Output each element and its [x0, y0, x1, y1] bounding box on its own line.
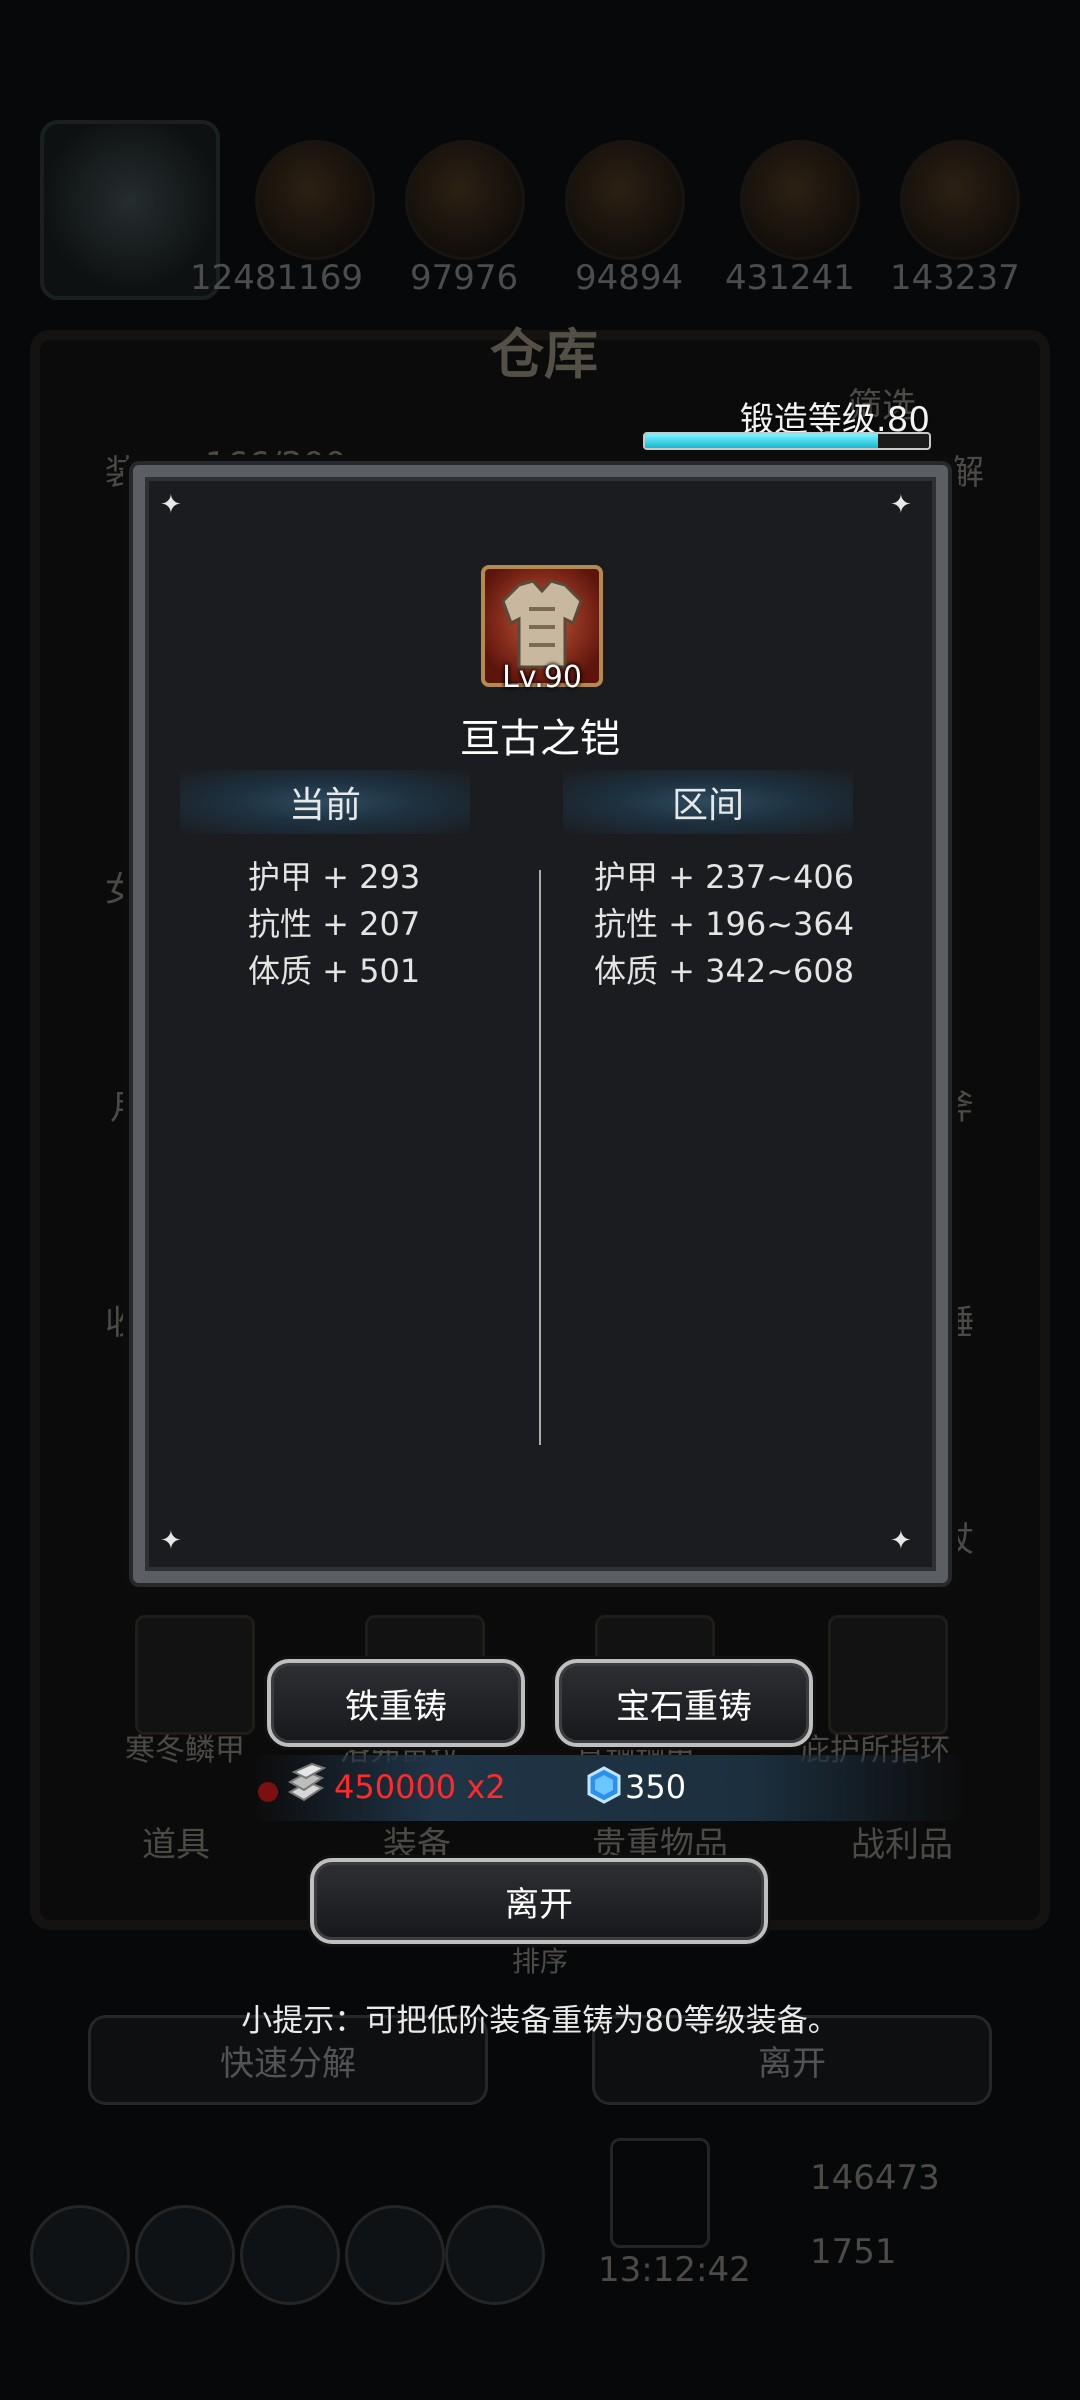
tab-items[interactable]: 道具 — [142, 1817, 210, 1866]
gem-cost: 350 — [625, 1768, 687, 1806]
corner-sparkle-icon: ✦ — [160, 1526, 182, 1556]
currency-value-5: 143237 — [890, 258, 1020, 298]
range-stat-resistance: 抗性 + 196~364 — [594, 905, 855, 943]
menu-icon-3[interactable] — [240, 2205, 340, 2305]
menu-icon-5[interactable] — [445, 2205, 545, 2305]
item-name: 亘古之铠 — [460, 716, 620, 762]
range-column-header: 区间 — [563, 770, 853, 834]
corner-sparkle-icon: ✦ — [160, 490, 182, 520]
currency-icon-3 — [565, 140, 685, 260]
forge-progress-bar — [643, 432, 931, 450]
slot-name-1: 寒冬鳞甲 — [125, 1733, 245, 1768]
warehouse-title: 仓库 — [490, 323, 598, 386]
gold-amount: 146473 — [810, 2158, 940, 2198]
currency-value-4: 431241 — [725, 258, 855, 298]
current-stat-armor: 护甲 + 293 — [248, 858, 421, 896]
current-stat-resistance: 抗性 + 207 — [248, 905, 421, 943]
forge-progress-fill — [645, 434, 878, 448]
current-column-header: 当前 — [180, 770, 470, 834]
menu-icon-4[interactable] — [345, 2205, 445, 2305]
range-stat-constitution: 体质 + 342~608 — [594, 952, 855, 990]
equipment-slot-4[interactable] — [828, 1615, 948, 1735]
currency-value-1: 12481169 — [190, 258, 364, 298]
menu-icon-1[interactable] — [30, 2205, 130, 2305]
tab-loot[interactable]: 战利品 — [851, 1817, 953, 1866]
red-dot-icon — [258, 1782, 278, 1802]
range-stat-armor: 护甲 + 237~406 — [594, 858, 855, 896]
currency-icon-4 — [740, 140, 860, 260]
corner-sparkle-icon: ✦ — [890, 1526, 912, 1556]
sort-button[interactable]: 排序 — [512, 1940, 568, 1980]
equipment-slot-1[interactable] — [135, 1615, 255, 1735]
current-stat-constitution: 体质 + 501 — [248, 952, 421, 990]
clock-text: 13:12:42 — [598, 2250, 751, 2290]
gem-recast-button[interactable]: 宝石重铸 — [555, 1659, 813, 1747]
gem-amount: 1751 — [810, 2232, 897, 2272]
iron-ingot-icon — [287, 1762, 326, 1802]
iron-recast-button[interactable]: 铁重铸 — [267, 1659, 525, 1747]
currency-value-3: 94894 — [575, 258, 684, 298]
leave-button[interactable]: 离开 — [310, 1858, 768, 1944]
currency-icon-1 — [255, 140, 375, 260]
column-divider — [539, 870, 541, 1445]
corner-sparkle-icon: ✦ — [890, 490, 912, 520]
chest-armor-icon — [501, 579, 583, 669]
item-level: Lv.90 — [502, 660, 582, 695]
blue-gem-icon — [587, 1766, 621, 1804]
gift-icon[interactable] — [610, 2138, 710, 2248]
currency-value-2: 97976 — [410, 258, 519, 298]
tip-text: 小提示：可把低阶装备重铸为80等级装备。 — [241, 2003, 839, 2039]
menu-icon-2[interactable] — [135, 2205, 235, 2305]
currency-icon-5 — [900, 140, 1020, 260]
currency-icon-2 — [405, 140, 525, 260]
iron-cost: 450000 x2 — [334, 1768, 506, 1806]
